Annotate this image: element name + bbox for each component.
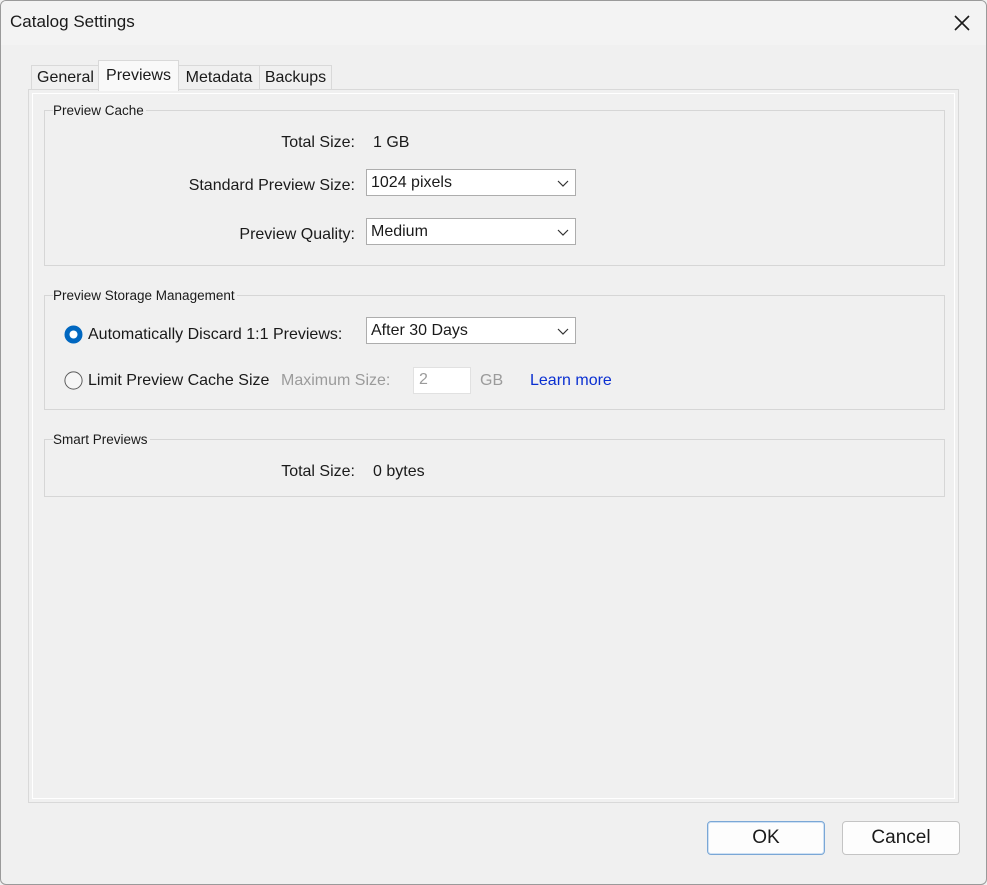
cancel-button-label: Cancel	[871, 827, 931, 848]
window-title: Catalog Settings	[10, 12, 135, 31]
tab-label: Metadata	[185, 69, 253, 86]
preview-quality-value: Medium	[371, 223, 428, 240]
chevron-down-icon	[557, 328, 569, 335]
smart-total-size-label: Total Size:	[281, 463, 355, 480]
tab-metadata[interactable]: Metadata	[178, 65, 260, 90]
tab-label: General	[37, 69, 94, 86]
max-size-label: Maximum Size:	[281, 372, 391, 389]
tab-general[interactable]: General	[31, 65, 100, 90]
chevron-down-icon	[557, 180, 569, 187]
auto-discard-select[interactable]: After 30 Days	[366, 317, 576, 344]
cache-total-size-value: 1 GB	[373, 134, 410, 151]
preview-cache-legend: Preview Cache	[53, 103, 146, 118]
preview-storage-group	[44, 295, 945, 410]
tab-label: Backups	[264, 69, 327, 86]
preview-quality-label: Preview Quality:	[239, 226, 355, 243]
standard-preview-size-select[interactable]: 1024 pixels	[366, 169, 576, 196]
learn-more-link[interactable]: Learn more	[530, 372, 612, 390]
ok-button[interactable]: OK	[707, 821, 825, 855]
dialog-window: Catalog Settings General Previews Metada…	[0, 0, 987, 885]
tab-label: Previews	[106, 67, 171, 84]
preview-quality-select[interactable]: Medium	[366, 218, 576, 245]
smart-previews-group	[44, 439, 945, 497]
standard-preview-size-label: Standard Preview Size:	[188, 177, 355, 194]
smart-total-size-value: 0 bytes	[373, 463, 425, 480]
limit-cache-label[interactable]: Limit Preview Cache Size	[88, 372, 269, 390]
preview-storage-legend: Preview Storage Management	[53, 288, 237, 303]
auto-discard-radio[interactable]	[64, 325, 83, 344]
auto-discard-label[interactable]: Automatically Discard 1:1 Previews:	[88, 326, 342, 344]
tab-backups[interactable]: Backups	[259, 65, 332, 90]
chevron-down-icon	[557, 229, 569, 236]
tab-previews[interactable]: Previews	[98, 60, 179, 91]
cache-total-size-label: Total Size:	[281, 134, 355, 151]
title-bar: Catalog Settings	[1, 1, 986, 45]
max-size-input[interactable]: 2	[413, 367, 471, 394]
cancel-button[interactable]: Cancel	[842, 821, 960, 855]
close-icon	[954, 15, 970, 31]
smart-previews-legend: Smart Previews	[53, 432, 150, 447]
standard-preview-size-value: 1024 pixels	[371, 174, 452, 191]
ok-button-label: OK	[752, 827, 780, 848]
limit-cache-radio[interactable]	[64, 371, 83, 390]
max-size-unit: GB	[480, 372, 504, 389]
close-button[interactable]	[938, 1, 986, 45]
auto-discard-value: After 30 Days	[371, 322, 468, 339]
